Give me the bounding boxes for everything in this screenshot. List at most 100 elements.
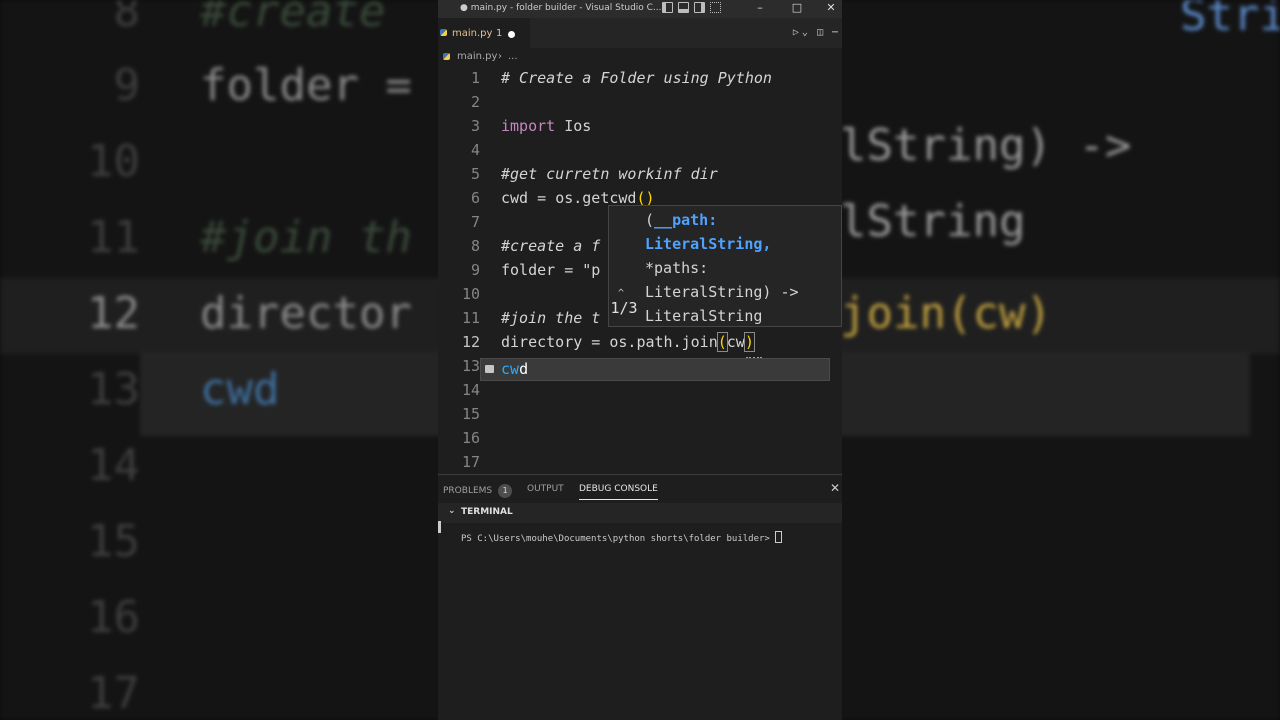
close-paren-token: ) (743, 332, 755, 352)
bg-line-number: 17 (87, 668, 140, 719)
terminal-header-label: TERMINAL (461, 507, 513, 517)
tab-label: main.py (452, 28, 493, 39)
tab-output[interactable]: OUTPUT (527, 484, 564, 494)
editor-actions: ▷ ⌄ ◫ ⋯ (793, 27, 838, 38)
code-text: #join the t (501, 309, 601, 327)
terminal-prompt-line[interactable]: PS C:\Users\mouhe\Documents\python short… (461, 531, 783, 544)
bg-code-line: folder = (200, 60, 412, 111)
bottom-panel: PROBLEMS 1 OUTPUT DEBUG CONSOLE ✕ ⌄ TERMI… (438, 474, 842, 720)
breadcrumb-file[interactable]: main.py (457, 51, 497, 62)
keyword-token: import (501, 117, 556, 135)
line-number: 3 (470, 117, 480, 135)
text-cursor-icon: I (564, 117, 574, 135)
chevron-down-icon[interactable]: ⌄ (448, 506, 456, 516)
code-text: # Create a Folder using Python (501, 69, 772, 87)
line-number: 16 (461, 429, 480, 447)
line-number: 8 (470, 237, 480, 255)
line-number: 10 (461, 285, 480, 303)
function-token: .join (672, 333, 718, 351)
close-panel-icon[interactable]: ✕ (830, 481, 840, 495)
operator-token: = (528, 189, 556, 207)
variable-icon (485, 365, 494, 373)
code-line: 3 import Ios (438, 114, 842, 138)
minimize-button[interactable]: – (746, 0, 774, 18)
suggestion-match: cw (501, 360, 520, 378)
bg-code-line: #create (200, 0, 386, 37)
active-parameter: __path: (654, 211, 718, 229)
code-text: #get curretn workinf dir (501, 165, 718, 183)
bg-code-tail: join(cw) (840, 288, 1052, 339)
suggestion-item[interactable]: cwd (501, 359, 528, 380)
line-number: 6 (470, 189, 480, 207)
chevron-down-icon[interactable]: ⌄ (802, 27, 808, 38)
code-editor[interactable]: 1 # Create a Folder using Python 2 3 imp… (438, 66, 842, 474)
argument-token: cw (726, 333, 745, 351)
bg-line-number: 8 (113, 0, 141, 37)
line-number: 5 (470, 165, 480, 183)
signature-param: *paths: (645, 259, 709, 277)
panel-tabs: PROBLEMS 1 OUTPUT DEBUG CONSOLE ✕ (438, 475, 842, 503)
active-parameter-type: LiteralString, (645, 235, 772, 253)
bg-line-number: 11 (87, 212, 140, 263)
code-line: 5 #get curretn workinf dir (438, 162, 842, 186)
code-text: directory = os.path.join(cw) (501, 330, 755, 354)
problems-badge: 1 (498, 484, 513, 498)
code-text: folder = "p (501, 258, 600, 282)
variable-token: folder (501, 261, 556, 279)
line-number: 4 (470, 141, 480, 159)
tab-problems[interactable]: PROBLEMS 1 (443, 484, 513, 498)
operator-token: = (582, 333, 610, 351)
terminal-header[interactable]: ⌄ TERMINAL (438, 503, 842, 523)
line-number: 14 (461, 381, 480, 399)
python-file-icon (443, 53, 450, 60)
run-icon[interactable]: ▷ (793, 27, 799, 38)
line-number: 1 (470, 69, 480, 87)
breadcrumb-separator: › (498, 51, 502, 62)
open-paren-token: ( (716, 332, 728, 352)
bg-line-number: 13 (87, 364, 140, 415)
bg-line-number: 16 (87, 592, 140, 643)
code-line: 4 (438, 138, 842, 162)
code-line: 2 (438, 90, 842, 114)
suggestion-widget[interactable]: cwd (480, 358, 830, 381)
breadcrumb-symbols[interactable]: ... (508, 51, 518, 62)
more-actions-icon[interactable]: ⋯ (832, 27, 838, 38)
close-button[interactable]: ✕ (820, 0, 842, 18)
bg-top-right-text: String, (1180, 0, 1280, 41)
bg-line-number: 14 (87, 440, 140, 491)
variable-token: directory (501, 333, 583, 351)
signature-param-type: LiteralString) -> (645, 283, 799, 301)
overload-counter[interactable]: ^ 1/3 (609, 288, 639, 320)
maximize-button[interactable]: □ (783, 0, 811, 18)
variable-token: cwd (501, 189, 529, 207)
line-number: 11 (461, 309, 480, 327)
chevron-up-icon[interactable]: ^ (618, 282, 624, 306)
bg-code-line: #join th (200, 212, 412, 263)
line-number: 17 (461, 453, 480, 471)
python-file-icon (440, 29, 447, 36)
breadcrumb: main.py › ... (438, 48, 842, 66)
split-editor-icon[interactable]: ◫ (817, 27, 823, 38)
object-token: os (555, 189, 574, 207)
line-number: 9 (470, 261, 480, 279)
customize-layout-icon[interactable] (710, 2, 721, 13)
signature-help-popup: ^ 1/3 (__path: LiteralString, *paths: Li… (608, 205, 842, 327)
line-number: 2 (470, 93, 480, 111)
unsaved-dot-icon[interactable] (508, 31, 515, 38)
tab-problems-label: PROBLEMS (443, 486, 493, 496)
bg-line-number: 10 (87, 136, 140, 187)
object-token: os.path (609, 333, 673, 351)
line-number: 15 (461, 405, 480, 423)
toggle-secondary-sidebar-icon[interactable] (694, 2, 705, 13)
bg-line-number: 15 (87, 516, 140, 567)
operator-token: = (555, 261, 583, 279)
layout-controls (662, 2, 721, 13)
signature-paren: ( (645, 211, 655, 229)
code-line: 1 # Create a Folder using Python (438, 66, 842, 90)
tab-debug-console[interactable]: DEBUG CONSOLE (579, 484, 658, 500)
toggle-panel-icon[interactable] (678, 2, 689, 13)
tab-main-py[interactable]: main.py 1 (438, 18, 530, 48)
bg-line-number: 9 (113, 60, 141, 111)
toggle-sidebar-icon[interactable] (662, 2, 673, 13)
terminal-gutter-marker (438, 521, 441, 533)
